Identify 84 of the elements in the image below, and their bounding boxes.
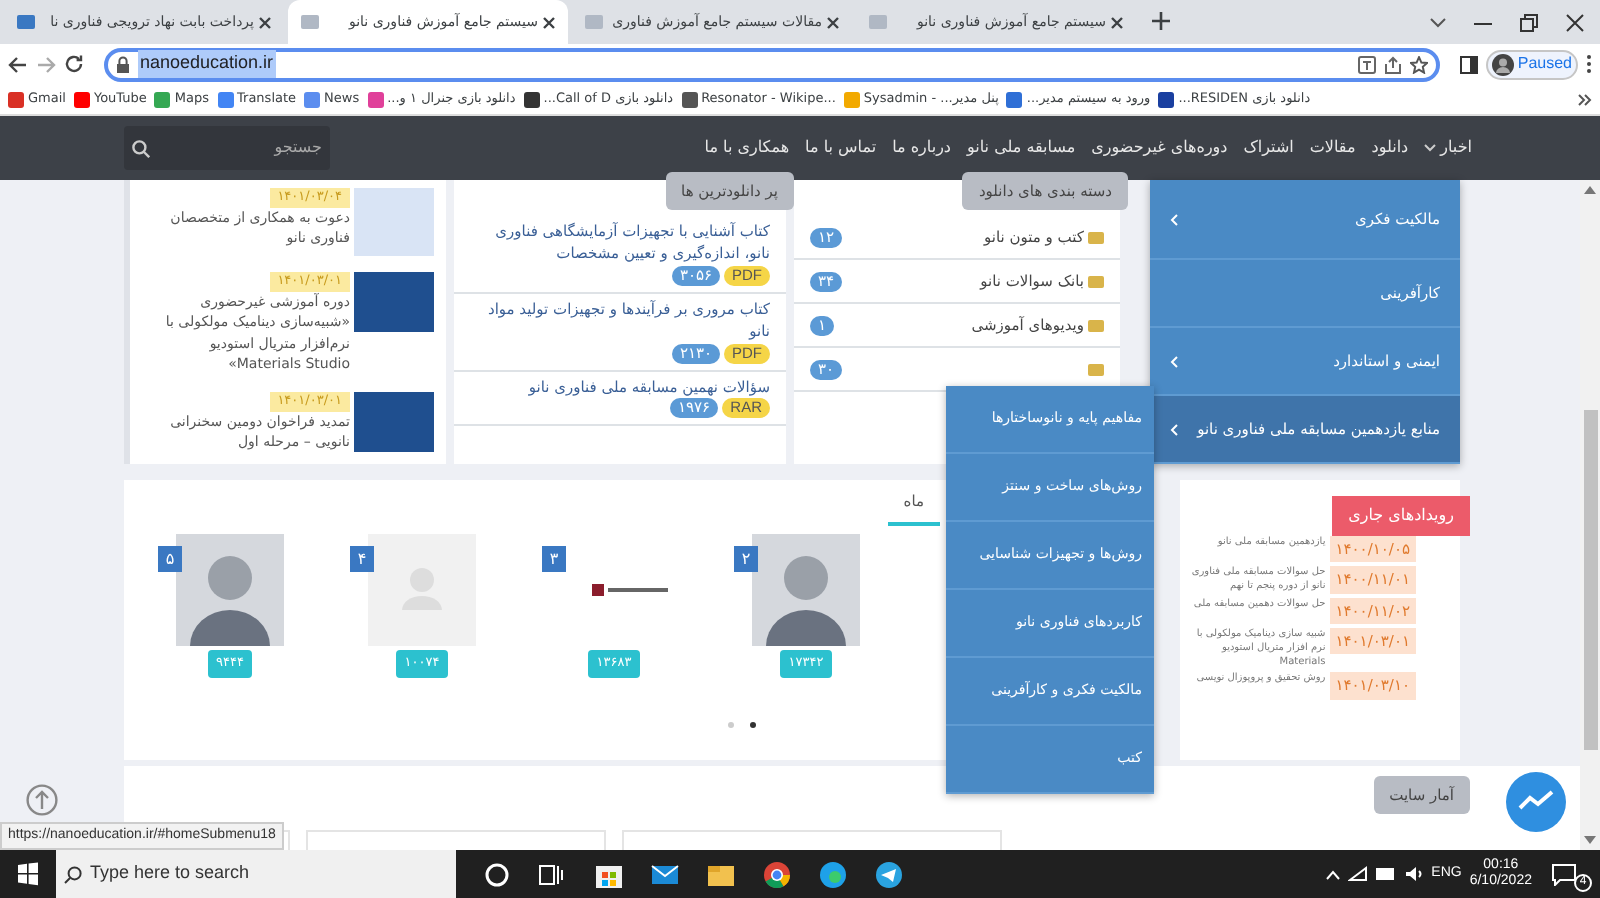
bookmark-icon <box>1006 91 1023 107</box>
rank-number: ۵ <box>158 546 182 573</box>
scrollbar-thumb[interactable] <box>1583 410 1597 750</box>
bookmark-icon <box>154 91 171 107</box>
folder-icon <box>1088 274 1104 288</box>
nav-link[interactable]: دوره‌های غیرحضوری <box>1083 136 1236 160</box>
profile-photo <box>752 534 860 647</box>
chevron-left-icon <box>1170 423 1178 435</box>
bookmark-icon <box>304 91 321 107</box>
close-icon[interactable] <box>542 15 556 29</box>
notification-icon <box>1552 863 1576 885</box>
rank-number: ۲ <box>734 546 758 573</box>
close-icon[interactable] <box>1566 14 1584 32</box>
close-icon[interactable] <box>258 15 272 29</box>
bookmark-icon <box>681 91 698 107</box>
translate-icon[interactable] <box>1357 55 1376 73</box>
bookmark-icon <box>73 91 90 107</box>
avatar-icon <box>1491 53 1514 75</box>
nav-link[interactable]: تماس با ما <box>797 136 885 160</box>
chevron-left-icon <box>1170 213 1178 225</box>
profile-photo <box>176 534 284 647</box>
search-icon <box>64 865 82 883</box>
close-icon[interactable] <box>826 15 840 29</box>
nav-link[interactable]: درباره ما <box>884 136 959 160</box>
close-icon[interactable] <box>1110 15 1124 29</box>
nav-link[interactable]: همکاری با ما <box>696 136 798 160</box>
network-icon[interactable] <box>1347 866 1368 882</box>
logo-image <box>592 584 668 597</box>
chevron-down-icon[interactable] <box>1430 18 1446 28</box>
chrome-icon[interactable] <box>762 859 792 889</box>
news-thumbnail <box>354 391 434 452</box>
battery-icon[interactable] <box>1375 868 1396 880</box>
paper-plane-icon[interactable] <box>874 859 904 889</box>
menu-icon[interactable] <box>1586 54 1592 74</box>
rank-number: ۳ <box>542 546 566 573</box>
folder-icon <box>1088 318 1104 332</box>
page-icon <box>868 14 888 30</box>
star-icon[interactable] <box>1409 55 1428 73</box>
new-tab-icon[interactable] <box>1152 12 1170 30</box>
scroll-to-top-icon[interactable] <box>26 784 58 816</box>
back-icon[interactable] <box>8 55 28 73</box>
news-thumbnail <box>354 188 434 256</box>
caret-icon <box>1424 144 1437 152</box>
nav-link[interactable]: اشتراک <box>1235 136 1302 160</box>
avatar-placeholder <box>368 534 476 647</box>
task-view-icon[interactable] <box>538 859 568 889</box>
share-icon[interactable] <box>1383 55 1402 73</box>
bookmark-icon <box>843 91 860 107</box>
search-field[interactable]: جستجو <box>124 126 330 170</box>
news-thumbnail <box>354 272 434 332</box>
reload-icon[interactable] <box>64 54 84 74</box>
rank-number: ۴ <box>350 546 374 573</box>
restore-icon[interactable] <box>1520 14 1538 32</box>
side-panel-icon[interactable] <box>1459 55 1478 73</box>
nav-link[interactable]: مسابقه ملی نانو <box>959 136 1084 160</box>
speaker-icon[interactable] <box>1403 866 1424 882</box>
nav-link[interactable]: اخبار <box>1416 136 1480 160</box>
page-icon <box>16 14 36 30</box>
profile-button[interactable]: Paused <box>1485 49 1578 79</box>
chart-button-icon[interactable] <box>1506 772 1566 832</box>
chevron-left-icon <box>1170 355 1178 367</box>
bookmark-icon <box>1158 91 1175 107</box>
folder-icon <box>1088 362 1104 376</box>
bookmark-icon <box>217 91 234 107</box>
page-icon <box>584 14 604 30</box>
nav-link[interactable]: دانلود <box>1363 136 1417 160</box>
address-field[interactable]: nanoeducation.ir <box>104 47 1440 81</box>
more-bookmarks-icon[interactable] <box>1578 93 1592 105</box>
scroll-up-icon[interactable] <box>1584 186 1596 194</box>
carousel-dot[interactable] <box>750 722 756 728</box>
carousel-dot[interactable] <box>728 722 734 728</box>
taskbar-search-field[interactable]: Type here to search <box>56 850 456 898</box>
scroll-down-icon[interactable] <box>1584 836 1596 844</box>
bookmark-icon <box>8 91 24 107</box>
chevron-up-icon[interactable] <box>1325 869 1340 879</box>
folder-icon <box>1088 230 1104 244</box>
section-title: رویدادهای جاری <box>1332 496 1470 536</box>
bookmark-icon <box>523 91 540 107</box>
lock-icon <box>116 55 130 73</box>
mail-icon[interactable] <box>650 859 680 889</box>
bookmark-icon <box>367 91 384 107</box>
search-icon[interactable] <box>132 139 150 157</box>
page-icon <box>300 14 320 30</box>
nav-link[interactable]: مقالات <box>1301 136 1364 160</box>
